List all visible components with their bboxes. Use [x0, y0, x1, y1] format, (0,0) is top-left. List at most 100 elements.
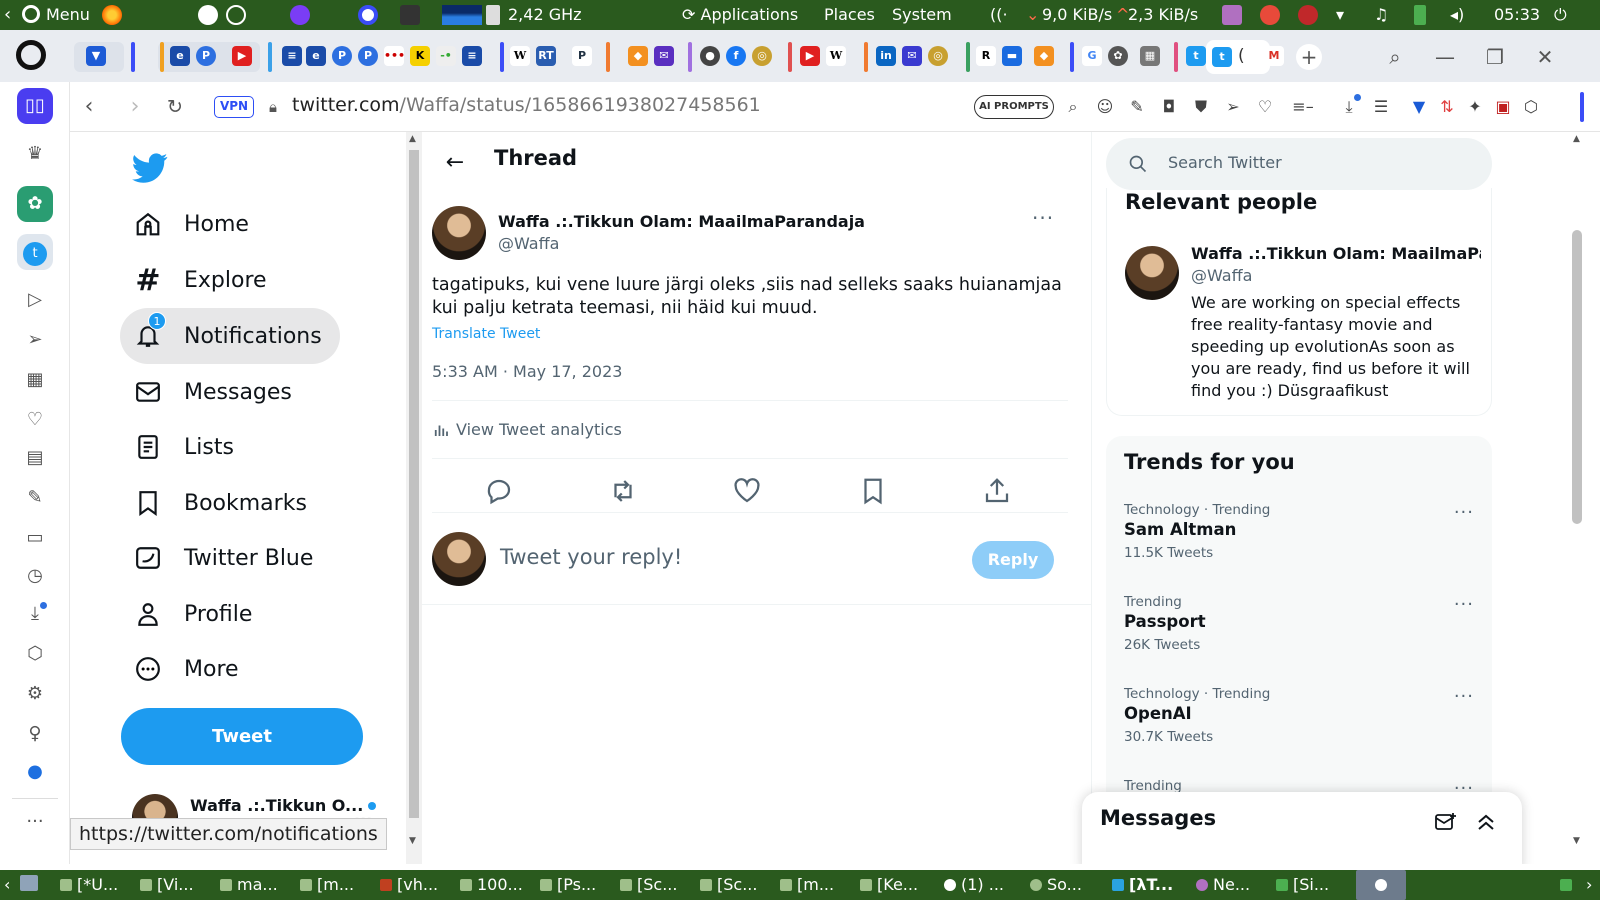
- arrow-left-icon[interactable]: ‹: [4, 0, 11, 30]
- clock[interactable]: 05:33: [1494, 0, 1540, 30]
- scroll-down-arrow-icon[interactable]: ▼: [409, 836, 416, 846]
- back-button[interactable]: ‹: [74, 92, 104, 122]
- forward-button[interactable]: ›: [120, 92, 150, 122]
- taskbar-window[interactable]: (1) ...: [944, 870, 1004, 900]
- app-circle-icon[interactable]: [290, 5, 310, 25]
- taskbar-tray-icon[interactable]: [1560, 870, 1577, 900]
- shield-check-icon[interactable]: ⛊: [1190, 95, 1212, 119]
- trend-item[interactable]: Trending Passport 26K Tweets ···: [1124, 594, 1474, 684]
- extensions-cube-icon[interactable]: ⬡: [17, 636, 53, 672]
- nav-explore[interactable]: # Explore: [120, 252, 285, 308]
- menu-button[interactable]: Menu: [22, 0, 90, 30]
- taskbar-active-window[interactable]: [1356, 870, 1406, 900]
- tab-favicon-flag2[interactable]: ≡: [462, 46, 482, 66]
- author-name[interactable]: Waffa .:.Tikkun Olam: MaailmaParandaja: [498, 212, 865, 231]
- taskbar-window[interactable]: [Vi...: [140, 870, 194, 900]
- taskbar-left-arrow-icon[interactable]: ‹: [4, 870, 10, 900]
- taskbar-window[interactable]: [*U...: [60, 870, 118, 900]
- tweet-button[interactable]: Tweet: [121, 708, 363, 765]
- font-icon[interactable]: [198, 5, 218, 25]
- gmail-icon[interactable]: M: [1264, 46, 1284, 66]
- nav-notifications[interactable]: 1 Notifications: [120, 308, 340, 364]
- trend-more-icon[interactable]: ···: [1454, 686, 1474, 707]
- taskbar-window[interactable]: 100...: [460, 870, 523, 900]
- sidebar-more-icon[interactable]: ···: [17, 804, 53, 840]
- tab-favicon-pm3[interactable]: P: [358, 46, 378, 66]
- news-icon[interactable]: ▤: [17, 440, 53, 476]
- expand-chevrons-icon[interactable]: [1474, 810, 1498, 834]
- trend-item[interactable]: Technology · Trending Sam Altman 11.5K T…: [1124, 502, 1474, 592]
- system-menu[interactable]: System: [892, 0, 952, 30]
- settings-icon[interactable]: ⚙: [17, 676, 53, 712]
- linkedin-icon[interactable]: in: [876, 46, 896, 66]
- tab-favicon-grid[interactable]: ▦: [1140, 46, 1160, 66]
- nav-more[interactable]: More: [120, 641, 257, 697]
- ai-prompts-button[interactable]: AI PROMPTS: [974, 95, 1054, 119]
- settings-cog-icon[interactable]: [226, 5, 246, 25]
- taskbar-window[interactable]: [Sc...: [700, 870, 757, 900]
- pinboard-icon[interactable]: ✎: [17, 480, 53, 516]
- downloads-sidebar-icon[interactable]: ⤓: [17, 596, 53, 632]
- tabs-icon[interactable]: ▭: [17, 520, 53, 556]
- emoji-icon[interactable]: ☺: [1094, 95, 1116, 119]
- nav-messages[interactable]: Messages: [120, 364, 310, 420]
- like-heart-icon[interactable]: [732, 476, 762, 506]
- close-window-button[interactable]: ✕: [1530, 42, 1560, 72]
- opera-logo-icon[interactable]: [16, 40, 46, 70]
- bookmarks-heart-icon[interactable]: ♡: [17, 402, 53, 438]
- mail-icon[interactable]: ✉: [654, 46, 674, 66]
- twitter-tab-icon[interactable]: t: [1186, 46, 1206, 66]
- extension-shield-icon[interactable]: ▼: [1408, 95, 1430, 119]
- nav-profile[interactable]: Profile: [120, 586, 270, 642]
- places-menu[interactable]: Places: [824, 0, 875, 30]
- minimize-button[interactable]: —: [1430, 42, 1460, 72]
- share-icon[interactable]: [982, 476, 1012, 506]
- trend-more-icon[interactable]: ···: [1454, 594, 1474, 615]
- scroll-down-arrow-icon[interactable]: ▼: [1573, 836, 1580, 846]
- battery-icon[interactable]: [1414, 5, 1426, 25]
- chatgpt-icon[interactable]: ✿: [17, 186, 53, 222]
- taskbar-window[interactable]: Ne...: [1196, 870, 1250, 900]
- youtube-icon[interactable]: ▶: [232, 46, 252, 66]
- reply-composer-avatar[interactable]: [432, 532, 486, 586]
- author-avatar[interactable]: [432, 206, 486, 260]
- power-icon[interactable]: ⏻: [1554, 0, 1567, 30]
- nav-home[interactable]: Home: [120, 196, 267, 252]
- scroll-up-arrow-icon[interactable]: ▲: [409, 134, 416, 144]
- taskbar-window[interactable]: [Sc...: [620, 870, 677, 900]
- new-tab-button[interactable]: +: [1296, 44, 1322, 70]
- tab-favicon-crest[interactable]: ◎: [752, 46, 772, 66]
- new-message-icon[interactable]: [1434, 810, 1458, 834]
- taskbar-window[interactable]: [Si...: [1276, 870, 1329, 900]
- tab-favicon-flag[interactable]: ≡: [282, 46, 302, 66]
- twitter-sidebar-icon[interactable]: t: [17, 234, 53, 270]
- vpn-badge[interactable]: VPN: [214, 96, 254, 118]
- tray-app2-icon[interactable]: [1260, 5, 1280, 25]
- tray-record-icon[interactable]: [1298, 5, 1318, 25]
- terminal-icon[interactable]: [400, 5, 420, 25]
- tab-favicon-crest2[interactable]: ◎: [928, 46, 948, 66]
- lightbulb-icon[interactable]: ♀: [17, 716, 53, 752]
- nav-bookmarks[interactable]: Bookmarks: [120, 475, 325, 531]
- taskbar-window[interactable]: ma...: [220, 870, 278, 900]
- openai-icon[interactable]: ✿: [1108, 46, 1128, 66]
- retweet-icon[interactable]: [608, 476, 638, 506]
- nav-twitter-blue[interactable]: Twitter Blue: [120, 530, 331, 586]
- volume-icon[interactable]: ◂): [1450, 0, 1464, 30]
- mail-icon-2[interactable]: ✉: [902, 46, 922, 66]
- messages-drawer[interactable]: Messages: [1082, 792, 1522, 864]
- tweet-more-icon[interactable]: ···: [1032, 206, 1054, 230]
- reply-button[interactable]: Reply: [972, 541, 1054, 579]
- right-scrollbar-thumb[interactable]: [1572, 230, 1582, 524]
- trend-item[interactable]: Technology · Trending OpenAI 30.7K Tweet…: [1124, 686, 1474, 776]
- researchgate-icon[interactable]: R: [976, 46, 996, 66]
- taskbar-window[interactable]: [m...: [300, 870, 354, 900]
- bell-tray-icon[interactable]: ♫: [1374, 0, 1388, 30]
- left-scrollbar[interactable]: ▲ ▼: [406, 132, 422, 864]
- show-desktop-icon[interactable]: [20, 870, 43, 900]
- author-handle[interactable]: @Waffa: [498, 234, 559, 253]
- tray-app-icon[interactable]: [1222, 5, 1242, 25]
- search-box[interactable]: Search Twitter: [1106, 138, 1492, 190]
- taskbar-window[interactable]: [λT...: [1112, 870, 1173, 900]
- taskbar-window[interactable]: So...: [1030, 870, 1082, 900]
